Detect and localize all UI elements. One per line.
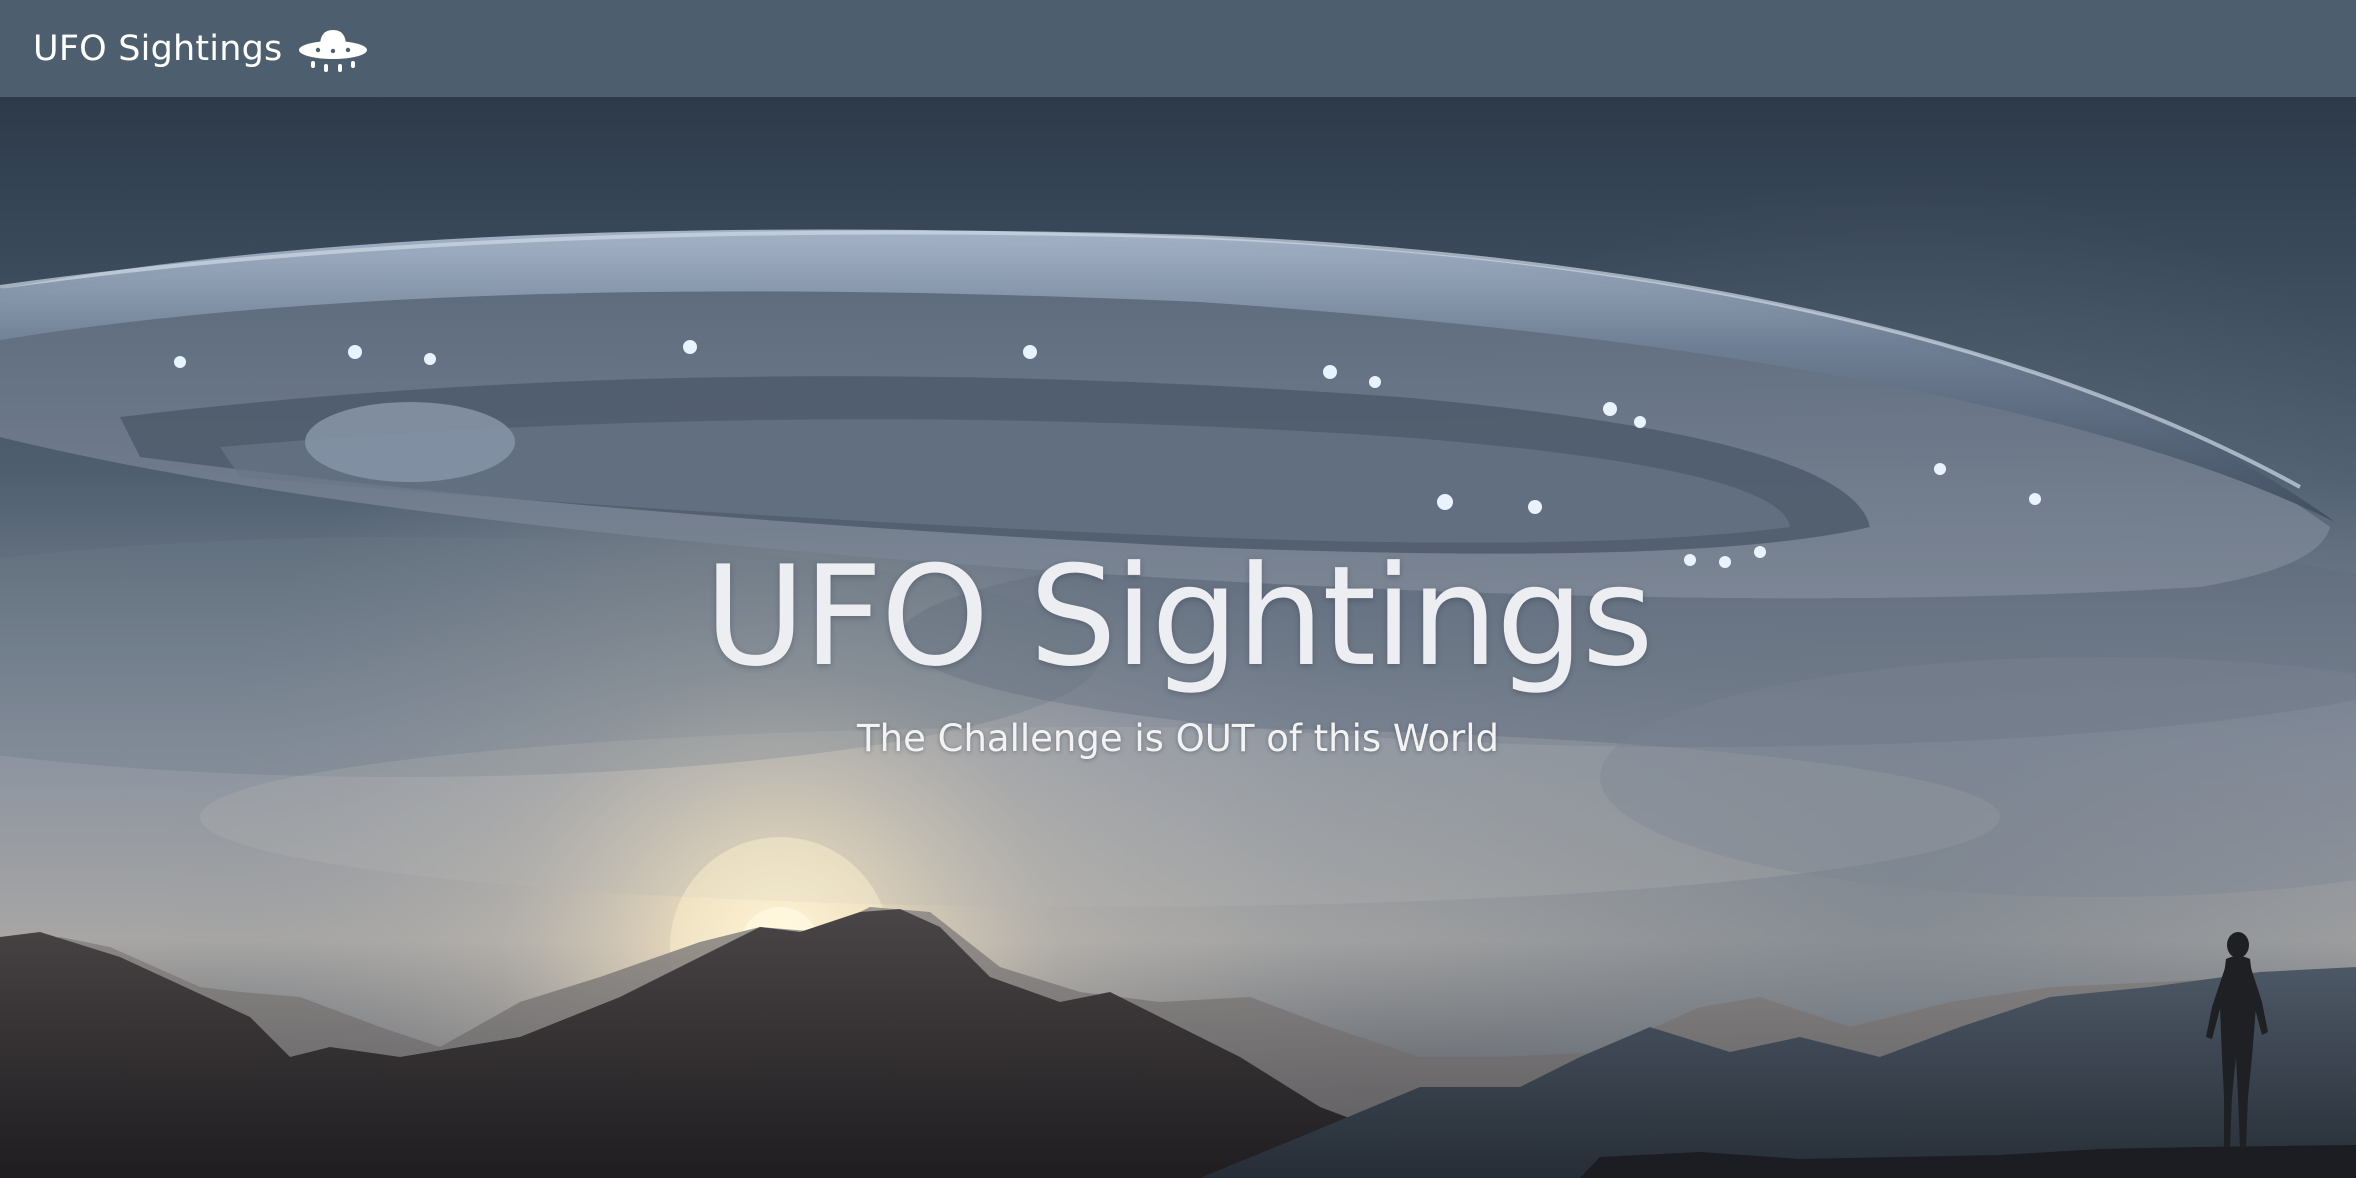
hero-title: UFO Sightings bbox=[704, 536, 1653, 697]
hero-content: UFO Sightings The Challenge is OUT of th… bbox=[0, 537, 2356, 761]
ufo-icon bbox=[299, 29, 368, 72]
page: UFO Sightings UFO Sightings The Challeng… bbox=[0, 0, 2356, 1178]
hero-subtitle: The Challenge is OUT of this World bbox=[857, 717, 1499, 760]
brand-title: UFO Sightings bbox=[33, 28, 283, 69]
hero-banner: UFO Sightings The Challenge is OUT of th… bbox=[0, 97, 2356, 1178]
brand-link[interactable]: UFO Sightings bbox=[33, 24, 370, 74]
navbar: UFO Sightings bbox=[0, 0, 2356, 97]
